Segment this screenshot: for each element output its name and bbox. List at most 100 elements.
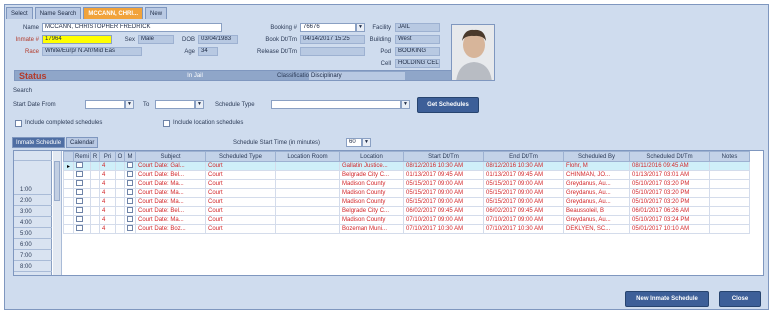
start-date-from-input[interactable] (85, 100, 125, 109)
column-header[interactable]: Notes (709, 151, 751, 162)
m-cell[interactable] (124, 188, 137, 198)
tab-new[interactable]: New (145, 7, 168, 19)
column-header[interactable]: O (115, 151, 126, 162)
table-row[interactable]: 4 Court Date: Bel... Court Belgrade City C.… (63, 206, 751, 216)
pod-field: BOOKING (395, 47, 440, 56)
reminder-cell[interactable] (72, 215, 92, 225)
m-cell[interactable] (124, 206, 137, 216)
start-date-calendar-icon[interactable]: ▼ (125, 100, 134, 109)
table-row[interactable]: 4 Court Date: Boz... Court Bozeman Muni... 0… (63, 224, 751, 234)
include-location-checkbox[interactable] (163, 120, 170, 127)
tab-inmate-schedule[interactable]: Inmate Schedule (12, 137, 66, 148)
m-checkbox[interactable] (127, 189, 134, 195)
reminder-checkbox[interactable] (76, 189, 83, 195)
sched-cell: 06/01/2017 06:26 AM (629, 206, 711, 216)
tab-calendar[interactable]: Calendar (66, 137, 99, 148)
m-checkbox[interactable] (127, 162, 134, 168)
end-date-calendar-icon[interactable]: ▼ (195, 100, 204, 109)
include-completed-checkbox[interactable] (15, 120, 22, 127)
m-cell[interactable] (124, 179, 137, 189)
m-checkbox[interactable] (127, 198, 134, 204)
column-header[interactable]: M (124, 151, 137, 162)
booking-dropdown-icon[interactable]: ▼ (356, 23, 365, 32)
name-field[interactable]: MCCANN, CHRISTOPHER FREDRICK (42, 23, 222, 32)
column-header[interactable]: Subject (135, 151, 207, 162)
table-row[interactable]: 4 Court Date: Ma... Court Madison County 05/… (63, 197, 751, 207)
inmate-number-field[interactable]: 17964 (42, 35, 112, 44)
reminder-cell[interactable] (72, 197, 92, 207)
m-cell[interactable] (124, 170, 137, 180)
tab-inmate-record[interactable]: MCCANN, CHRI... (83, 7, 144, 19)
sex-label: Sex (124, 37, 135, 43)
reminder-checkbox[interactable] (76, 180, 83, 186)
reminder-cell[interactable] (72, 188, 92, 198)
column-header[interactable]: Location Room (275, 151, 341, 162)
status-bar: Status In Jail Classification Disciplina… (14, 70, 462, 81)
o-cell (115, 188, 126, 198)
reminder-cell[interactable] (72, 179, 92, 189)
reminder-cell[interactable] (72, 161, 92, 171)
priority-cell: 4 (99, 161, 117, 171)
interval-dropdown-icon[interactable]: ▼ (362, 138, 371, 147)
schedule-table: Remi R Pri O M Subject Scheduled Type Lo… (63, 151, 751, 234)
column-header[interactable]: Remi (72, 151, 92, 162)
booking-label: Booking # (270, 25, 297, 31)
m-checkbox[interactable] (127, 180, 134, 186)
reminder-cell[interactable] (72, 170, 92, 180)
m-checkbox[interactable] (127, 225, 134, 231)
column-header[interactable]: Pri (99, 151, 117, 162)
table-row[interactable]: ▸ 4 Court Date: Gal... Court Gallatin Justic… (63, 161, 751, 171)
grid-scrollbar[interactable] (53, 151, 62, 275)
reminder-cell[interactable] (72, 206, 92, 216)
m-checkbox[interactable] (127, 216, 134, 222)
m-cell[interactable] (124, 215, 137, 225)
start-cell: 05/15/2017 09:00 AM (403, 179, 485, 189)
sched-cell: 05/10/2017 03:20 PM (629, 197, 711, 207)
grid-scrollbar-thumb[interactable] (54, 161, 60, 201)
table-row[interactable]: 4 Court Date: Bel... Court Belgrade City C.… (63, 170, 751, 180)
type-cell: Court (205, 161, 277, 171)
by-cell: Greydanus, Au... (563, 215, 631, 225)
subject-cell: Court Date: Gal... (135, 161, 207, 171)
new-inmate-schedule-button[interactable]: New Inmate Schedule (625, 291, 709, 307)
column-header[interactable]: R (90, 151, 101, 162)
sex-field: Male (138, 35, 174, 44)
tab-name-search[interactable]: Name Search (34, 7, 82, 19)
reminder-checkbox[interactable] (76, 171, 83, 177)
reminder-checkbox[interactable] (76, 225, 83, 231)
reminder-checkbox[interactable] (76, 198, 83, 204)
get-schedules-button[interactable]: Get Schedules (417, 97, 479, 113)
inmate-photo (451, 24, 495, 81)
tab-select[interactable]: Select (6, 7, 33, 19)
r-cell (90, 206, 101, 216)
column-header[interactable]: Scheduled By (563, 151, 631, 162)
reminder-cell[interactable] (72, 224, 92, 234)
table-row[interactable]: 4 Court Date: Ma... Court Madison County 05/… (63, 188, 751, 198)
column-header[interactable]: Scheduled Type (205, 151, 277, 162)
schedule-type-select[interactable] (271, 100, 401, 109)
notes-cell (709, 215, 751, 225)
column-header[interactable]: Scheduled Dt/Tm (629, 151, 711, 162)
m-cell[interactable] (124, 224, 137, 234)
schedule-type-dropdown-icon[interactable]: ▼ (401, 100, 410, 109)
location-cell: Belgrade City C... (339, 206, 405, 216)
m-checkbox[interactable] (127, 171, 134, 177)
booking-field[interactable]: 76676 (300, 23, 356, 32)
o-cell (115, 179, 126, 189)
facility-field: JAIL (395, 23, 440, 32)
reminder-checkbox[interactable] (76, 162, 83, 168)
end-date-input[interactable] (155, 100, 195, 109)
m-cell[interactable] (124, 161, 137, 171)
m-checkbox[interactable] (127, 207, 134, 213)
close-button[interactable]: Close (719, 291, 761, 307)
reminder-checkbox[interactable] (76, 207, 83, 213)
column-header[interactable]: Location (339, 151, 405, 162)
table-row[interactable]: 4 Court Date: Ma... Court Madison County 07/… (63, 215, 751, 225)
column-header[interactable]: End Dt/Tm (483, 151, 565, 162)
book-datetime-field: 04/14/2017 15:25 (300, 35, 365, 44)
interval-select[interactable]: 60 (346, 138, 362, 147)
table-row[interactable]: 4 Court Date: Ma... Court Madison County 05/… (63, 179, 751, 189)
reminder-checkbox[interactable] (76, 216, 83, 222)
m-cell[interactable] (124, 197, 137, 207)
column-header[interactable]: Start Dt/Tm (403, 151, 485, 162)
